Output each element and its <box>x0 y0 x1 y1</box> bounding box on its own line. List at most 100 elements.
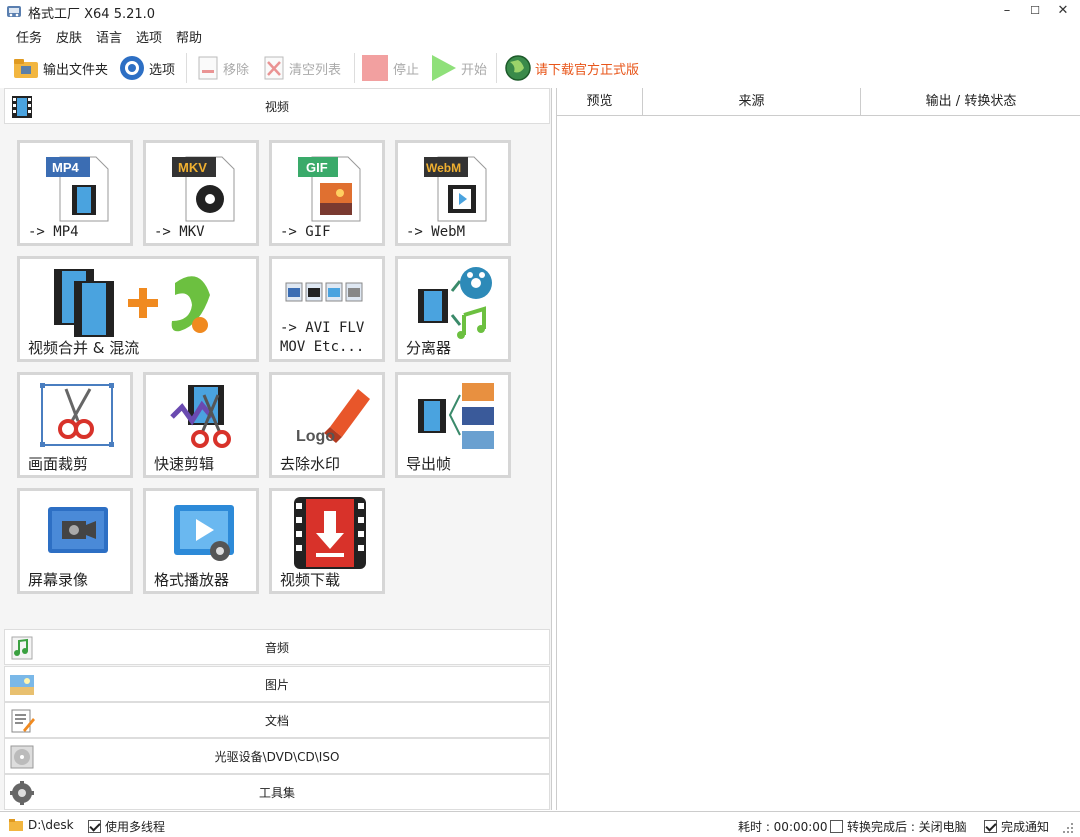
task-list[interactable]: 预览 来源 输出 / 转换状态 <box>556 88 1080 810</box>
remove-button[interactable]: 移除 <box>196 54 249 82</box>
notify-checkbox[interactable]: 完成通知 <box>984 818 1049 835</box>
tile-merge-mux[interactable]: 视频合并 & 混流 <box>17 256 259 362</box>
function-panel: 视频 MP4 -> MP4 MKV -> MKV GIF -> GIF WebM… <box>0 88 552 810</box>
tile-label: -> AVI FLV MOV Etc... <box>280 320 365 355</box>
gif-file-icon: GIF <box>298 156 361 222</box>
stop-label: 停止 <box>393 62 420 78</box>
tile-label: 屏幕录像 <box>28 571 89 589</box>
category-document-label: 文档 <box>264 713 289 728</box>
tile-to-mkv[interactable]: MKV -> MKV <box>143 140 259 246</box>
tile-label: 快速剪辑 <box>154 455 215 473</box>
task-list-header: 预览 来源 输出 / 转换状态 <box>557 88 1080 116</box>
clear-list-label: 清空列表 <box>289 62 342 78</box>
menu-help[interactable]: 帮助 <box>176 27 202 46</box>
multithread-checkbox[interactable]: 使用多线程 <box>88 818 165 835</box>
mp4-file-icon: MP4 <box>46 156 109 222</box>
app-icon <box>7 6 21 17</box>
tile-label: 画面裁剪 <box>28 455 89 473</box>
tile-to-mp4[interactable]: MP4 -> MP4 <box>17 140 133 246</box>
minimize-button[interactable]: – <box>992 0 1022 22</box>
output-folder-button[interactable]: 输出文件夹 <box>12 54 108 82</box>
music-note-icon <box>11 636 33 660</box>
multi-format-icon <box>285 282 363 302</box>
column-output-status[interactable]: 输出 / 转换状态 <box>861 88 1080 116</box>
toolbar-separator <box>496 53 497 83</box>
disc-drive-icon <box>10 745 34 769</box>
menu-task[interactable]: 任务 <box>16 27 42 46</box>
download-official-button[interactable]: 请下载官方正式版 <box>504 54 639 82</box>
mkv-file-icon: MKV <box>172 156 235 222</box>
folder-icon <box>9 819 23 831</box>
category-optical-drive-label: 光驱设备\DVD\CD\ISO <box>214 749 340 764</box>
start-button[interactable]: 开始 <box>430 54 487 82</box>
tile-quick-clip[interactable]: 快速剪辑 <box>143 372 259 478</box>
category-audio[interactable]: 音频 <box>4 629 550 665</box>
tile-export-frames[interactable]: 导出帧 <box>395 372 511 478</box>
globe-icon <box>505 55 531 81</box>
output-path[interactable]: D:\desk <box>8 818 74 832</box>
category-optical-drive[interactable]: 光驱设备\DVD\CD\ISO <box>4 738 550 774</box>
menu-bar: 任务 皮肤 语言 选项 帮助 <box>0 24 1080 46</box>
format-player-icon <box>174 505 234 561</box>
stop-button[interactable]: 停止 <box>360 54 419 82</box>
mp4-badge: MP4 <box>52 160 80 175</box>
after-convert-check[interactable] <box>830 820 843 833</box>
toolbar: 输出文件夹 选项 移除 清空列表 停止 开始 请下载官方正式版 <box>0 50 1080 86</box>
merge-mux-icon <box>54 269 210 337</box>
start-label: 开始 <box>461 62 488 78</box>
clear-list-button[interactable]: 清空列表 <box>262 54 341 82</box>
tools-icon <box>10 781 34 805</box>
tile-remove-watermark[interactable]: Logo 去除水印 <box>269 372 385 478</box>
maximize-button[interactable]: ☐ <box>1020 0 1050 22</box>
tile-label: 导出帧 <box>406 455 452 473</box>
options-label: 选项 <box>149 62 176 78</box>
multithread-check[interactable] <box>88 820 101 833</box>
splitter-icon <box>418 267 492 339</box>
category-video[interactable]: 视频 <box>4 88 550 124</box>
category-tools[interactable]: 工具集 <box>4 774 550 810</box>
after-convert-label: 转换完成后 : 关闭电脑 <box>847 820 967 834</box>
category-document[interactable]: 文档 <box>4 702 550 738</box>
tile-to-webm[interactable]: WebM -> WebM <box>395 140 511 246</box>
tile-label: -> MP4 <box>28 224 79 240</box>
tile-to-avi-flv-mov[interactable]: -> AVI FLV MOV Etc... <box>269 256 385 362</box>
column-source[interactable]: 来源 <box>643 88 861 116</box>
remove-label: 移除 <box>223 62 250 78</box>
window-title: 格式工厂 X64 5.21.0 <box>28 7 156 22</box>
gif-badge: GIF <box>306 160 328 175</box>
tile-crop[interactable]: 画面裁剪 <box>17 372 133 478</box>
resize-grip-icon[interactable] <box>1062 822 1074 834</box>
folder-icon <box>14 59 38 78</box>
column-preview[interactable]: 预览 <box>557 88 643 116</box>
elapsed-time-text: 耗时 : 00:00:00 <box>738 820 828 834</box>
tile-splitter[interactable]: 分离器 <box>395 256 511 362</box>
notify-check[interactable] <box>984 820 997 833</box>
tile-screen-record[interactable]: 屏幕录像 <box>17 488 133 594</box>
tile-label: 视频下载 <box>280 571 341 589</box>
eraser-icon: Logo <box>296 389 370 445</box>
screen-record-icon <box>48 507 108 553</box>
webm-file-icon: WebM <box>424 156 487 222</box>
options-button[interactable]: 选项 <box>118 54 175 82</box>
remove-icon <box>198 56 218 80</box>
category-tools-label: 工具集 <box>258 785 295 800</box>
menu-options[interactable]: 选项 <box>136 27 162 46</box>
close-button[interactable]: ✕ <box>1048 0 1078 22</box>
category-image[interactable]: 图片 <box>4 666 550 702</box>
tile-to-gif[interactable]: GIF -> GIF <box>269 140 385 246</box>
download-official-label: 请下载官方正式版 <box>535 62 640 78</box>
quick-clip-icon <box>170 385 231 448</box>
after-convert-checkbox[interactable]: 转换完成后 : 关闭电脑 <box>830 818 967 835</box>
export-frames-icon <box>418 383 494 449</box>
status-bar: D:\desk 使用多线程 耗时 : 00:00:00 转换完成后 : 关闭电脑… <box>0 811 1080 837</box>
tile-video-download[interactable]: 视频下载 <box>269 488 385 594</box>
tile-format-player[interactable]: 格式播放器 <box>143 488 259 594</box>
menu-language[interactable]: 语言 <box>96 27 122 46</box>
document-icon <box>11 709 35 733</box>
crop-icon <box>40 383 114 447</box>
category-image-label: 图片 <box>264 677 289 692</box>
webm-badge: WebM <box>426 161 461 175</box>
image-icon <box>10 675 34 695</box>
stop-icon <box>362 55 388 81</box>
menu-skin[interactable]: 皮肤 <box>56 27 82 46</box>
